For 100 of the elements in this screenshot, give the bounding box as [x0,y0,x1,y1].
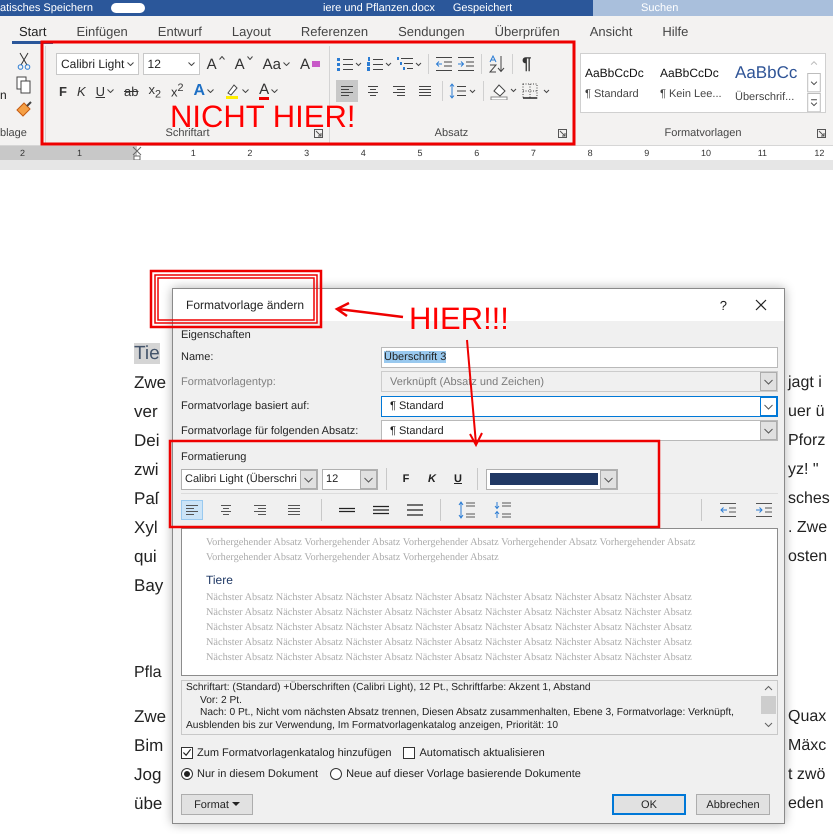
show-formatting-button[interactable]: ¶ [519,53,534,75]
scissors-icon[interactable] [17,52,31,70]
caret-icon [232,802,240,807]
align-left-icon [340,85,354,97]
ribbon-tab[interactable]: Überprüfen [480,16,575,46]
dialog-launcher-icon[interactable] [558,129,567,138]
indent-marker-icon[interactable] [132,146,142,160]
caret-icon [242,89,250,93]
borders-icon[interactable] [522,83,552,99]
ruler-number: 12 [814,148,824,158]
ribbon-tab[interactable]: Entwurf [142,16,217,46]
italic-button[interactable]: K [74,80,89,102]
increase-indent-icon[interactable] [457,56,475,72]
single-spacing-icon[interactable] [339,506,355,514]
document-text: sches [788,490,830,508]
decrease-indent-icon[interactable] [719,502,737,518]
align-left-button[interactable] [181,500,203,520]
document-text: Mäxc [788,736,826,754]
document-title: iere und Pflanzen.docx [322,2,435,14]
ruler-number: 8 [588,148,593,158]
caret-icon [107,89,114,93]
document-text: uer ü [788,402,824,420]
paste-label[interactable]: n [0,88,7,102]
font-size-dropdown[interactable]: 12 [142,53,200,75]
document-text: . Zwe [788,518,828,536]
autosave-label: atisches Speichern [0,2,93,14]
decrease-indent-icon[interactable] [435,56,453,72]
radio-button[interactable]: Neue auf dieser Vorlage basierende Dokumente [330,768,581,780]
numbered-list-icon[interactable] [366,56,392,72]
decrease-spacing-icon[interactable] [494,501,512,519]
preview-previous-text: Vorhergehender Absatz Vorhergehender Absatz Vorhergehender Absatz Vorhergehender Absatz Vorhergehender Absatz Vorhergehender Absatz Vorhergehender Absatz Vorhergehender Absatz [206,536,696,565]
bold-button[interactable]: F [56,80,70,102]
multilevel-list-icon[interactable] [396,56,422,72]
one-half-spacing-icon[interactable] [373,505,389,515]
style-dropdown[interactable]: ¶ Standard [381,420,778,442]
field-label: Formatvorlagentyp: [181,376,277,388]
copy-icon[interactable] [16,76,32,94]
style-dropdown[interactable]: ¶ Standard [381,396,778,417]
underline-button[interactable]: U [92,80,118,102]
preview-heading: Tiere [206,573,234,588]
shrink-button[interactable]: A [232,53,256,75]
font-style-button[interactable]: K [421,473,443,485]
font-dropdown[interactable]: Calibri Light (Überschri [181,468,318,490]
align-left-button[interactable] [336,80,358,102]
ribbon-tab[interactable]: Ansicht [574,16,648,46]
ribbon-tab[interactable]: Hilfe [647,16,704,46]
close-icon[interactable] [755,299,767,311]
dialog-launcher-icon[interactable] [314,129,323,138]
ruler-number: 3 [304,148,310,158]
ribbon-tab[interactable]: Einfügen [61,16,143,46]
ribbon-tab[interactable]: Start [4,16,62,46]
font-name-dropdown[interactable]: Calibri Light [56,53,139,75]
description-text: Schriftart: (Standard) +Überschriften (Calibri Light), 12 Pt., Schriftfarbe: Akzent 1, Abstand [186,682,592,694]
strike-button[interactable]: ab [121,80,142,102]
effects-button[interactable]: A [190,80,218,102]
expand-gallery-icon[interactable] [807,92,821,112]
document-heading: Tie [134,342,160,364]
color-button[interactable]: A [256,80,282,102]
name-field[interactable]: Überschrift 3 [381,346,778,368]
clear-button[interactable]: A [296,53,323,75]
style-item[interactable]: AaBbCcDc ¶ Standard [581,54,656,112]
autosave-toggle[interactable] [110,3,145,13]
size-dropdown[interactable]: 12 [322,468,378,490]
case-button[interactable]: Aa [260,53,293,75]
bullet-list-icon[interactable] [336,56,362,72]
increase-spacing-icon[interactable] [458,501,476,519]
ruler-number: 1 [190,148,196,158]
style-item[interactable]: AaBbCcDc ¶ Kein Lee... [656,54,731,112]
description-text: Vor: 2 Pt. [199,694,243,707]
checkmark-icon [182,747,192,758]
subscript-button[interactable]: x$_{2}$ [145,80,164,102]
checkbox[interactable]: Zum Formatvorlagenkatalog hinzufügen [181,746,392,758]
ok-button[interactable]: OK [612,794,686,815]
double-spacing-icon[interactable] [407,504,423,516]
help-button[interactable]: ? [720,298,727,312]
ribbon-tab[interactable]: Layout [216,16,286,46]
align-center-icon [366,85,380,97]
paint-bucket-icon[interactable] [490,82,518,100]
line-spacing-icon[interactable] [449,83,477,99]
dialog-launcher-icon[interactable] [817,129,826,138]
increase-indent-icon[interactable] [755,502,773,518]
document-text: osten [788,548,828,566]
format-button[interactable]: Format [181,794,253,815]
font-style-button[interactable]: U [447,473,469,485]
radio-button[interactable]: Nur in diesem Dokument [181,768,318,780]
sort-icon[interactable] [488,55,506,73]
cancel-button[interactable]: Abbrechen [696,794,770,815]
font-color-dropdown[interactable] [486,468,618,490]
ribbon-tab[interactable]: Referenzen [286,16,384,46]
scroll-down-icon[interactable] [807,73,821,93]
paintbrush-icon[interactable] [15,100,33,118]
search-field[interactable]: Suchen [593,0,833,16]
grow-button[interactable]: A [204,53,228,75]
ribbon-tab[interactable]: Sendungen [383,16,480,46]
ruler-number: 7 [530,148,536,158]
font-style-button[interactable]: F [395,473,417,485]
superscript-button[interactable]: x$^{2}$ [168,80,187,102]
style-item[interactable]: AaBbCc Überschrif... [731,54,806,112]
checkbox[interactable]: Automatisch aktualisieren [403,746,545,758]
description-text: Nach: 0 Pt., Nicht vom nächsten Absatz trennen, Diesen Absatz zusammenhalten, Ebene 3, Formatvorlage: Verknüpft, Ausblenden bis zur Verwendung, Im Formatvorlagenkatalog anzeigen, Priorität: 10 [186,707,735,732]
